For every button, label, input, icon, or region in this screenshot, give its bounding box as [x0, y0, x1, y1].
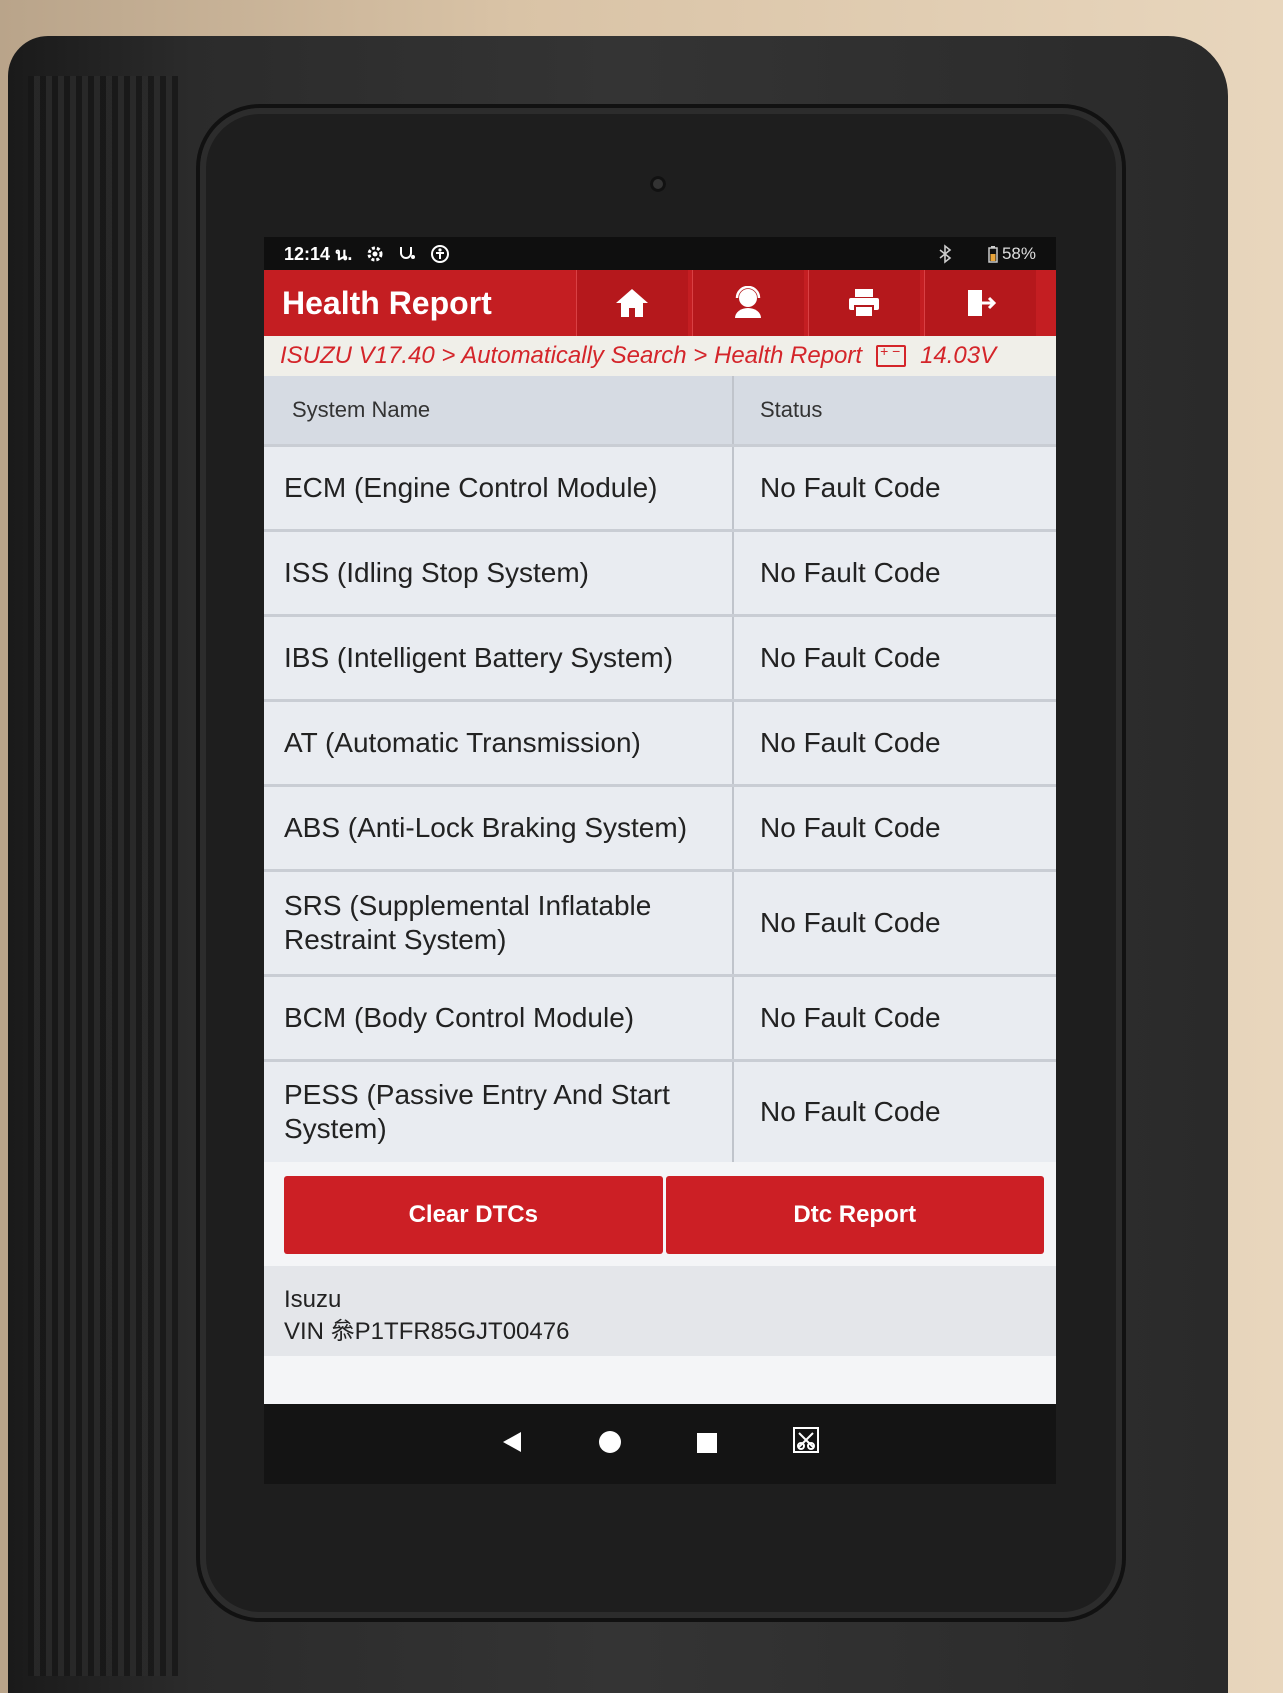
- system-name: PESS (Passive Entry And Start System): [264, 1062, 734, 1162]
- breadcrumb-path: ISUZU V17.40 > Automatically Search > He…: [280, 342, 863, 369]
- vehicle-make: Isuzu: [284, 1286, 342, 1313]
- screenshot-icon: [793, 1426, 819, 1453]
- back-icon: [503, 1431, 521, 1452]
- battery-icon: [988, 245, 998, 263]
- table-row[interactable]: AT (Automatic Transmission) No Fault Cod…: [264, 699, 1056, 784]
- bluetooth-icon: [938, 243, 952, 264]
- android-nav-bar: [264, 1404, 1056, 1484]
- status-bar: 12:14 น. 58%: [264, 237, 1056, 270]
- print-icon: [849, 289, 879, 318]
- table-row[interactable]: BCM (Body Control Module) No Fault Code: [264, 974, 1056, 1059]
- clock: 12:14 น.: [284, 244, 353, 264]
- back-button[interactable]: [499, 1425, 525, 1464]
- table-row[interactable]: SRS (Supplemental Inflatable Restraint S…: [264, 869, 1056, 974]
- system-status: No Fault Code: [760, 642, 941, 673]
- table-row[interactable]: IBS (Intelligent Battery System) No Faul…: [264, 614, 1056, 699]
- dtc-report-button[interactable]: Dtc Report: [665, 1176, 1044, 1254]
- system-status: No Fault Code: [760, 727, 941, 758]
- app-bar: Health Report: [264, 270, 1056, 336]
- exit-button[interactable]: [924, 270, 1036, 336]
- header-system-name: System Name: [264, 376, 734, 444]
- stethoscope-icon: [398, 245, 416, 263]
- table-row[interactable]: ISS (Idling Stop System) No Fault Code: [264, 529, 1056, 614]
- car-battery-icon: [876, 343, 907, 367]
- system-status: No Fault Code: [760, 557, 941, 588]
- action-bar: Clear DTCs Dtc Report: [284, 1176, 1044, 1254]
- clear-dtcs-button[interactable]: Clear DTCs: [284, 1176, 663, 1254]
- screenshot-button[interactable]: [791, 1425, 821, 1464]
- print-button[interactable]: [808, 270, 920, 336]
- support-button[interactable]: [692, 270, 804, 336]
- system-name: AT (Automatic Transmission): [264, 702, 734, 784]
- accessibility-icon: [430, 244, 450, 264]
- table-row[interactable]: PESS (Passive Entry And Start System) No…: [264, 1059, 1056, 1162]
- system-name: ECM (Engine Control Module): [264, 447, 734, 529]
- header-status: Status: [760, 397, 823, 422]
- system-name: IBS (Intelligent Battery System): [264, 617, 734, 699]
- system-status: No Fault Code: [760, 472, 941, 503]
- screen: 12:14 น. 58% Health Report ISUZU V17.40 …: [264, 237, 1056, 1484]
- recents-button[interactable]: [695, 1425, 719, 1464]
- battery-level: 58%: [1001, 243, 1036, 263]
- system-status: No Fault Code: [760, 1002, 941, 1033]
- system-name: ABS (Anti-Lock Braking System): [264, 787, 734, 869]
- front-camera: [650, 176, 666, 192]
- battery-voltage: 14.03V: [920, 342, 997, 369]
- home-button[interactable]: [576, 270, 688, 336]
- system-status: No Fault Code: [760, 812, 941, 843]
- settings-icon: [366, 245, 384, 263]
- system-status: No Fault Code: [760, 907, 941, 938]
- home-circle-icon: [599, 1430, 621, 1453]
- table-row[interactable]: ABS (Anti-Lock Braking System) No Fault …: [264, 784, 1056, 869]
- tablet-grip: [28, 76, 178, 1676]
- system-name: BCM (Body Control Module): [264, 977, 734, 1059]
- vehicle-info: Isuzu VIN 叅P1TFR85GJT00476: [264, 1266, 1056, 1356]
- home-nav-button[interactable]: [597, 1425, 623, 1464]
- page-title: Health Report: [282, 284, 492, 321]
- system-name: SRS (Supplemental Inflatable Restraint S…: [264, 872, 734, 974]
- recents-icon: [697, 1432, 717, 1453]
- table-row[interactable]: ECM (Engine Control Module) No Fault Cod…: [264, 444, 1056, 529]
- table-header: System Name Status: [264, 376, 1056, 444]
- support-agent-icon: [735, 286, 761, 318]
- system-status: No Fault Code: [760, 1096, 941, 1127]
- breadcrumb: ISUZU V17.40 > Automatically Search > He…: [264, 336, 1056, 376]
- home-icon: [616, 289, 648, 317]
- vehicle-vin: VIN 叅P1TFR85GJT00476: [284, 1318, 570, 1345]
- system-name: ISS (Idling Stop System): [264, 532, 734, 614]
- exit-icon: [968, 290, 997, 316]
